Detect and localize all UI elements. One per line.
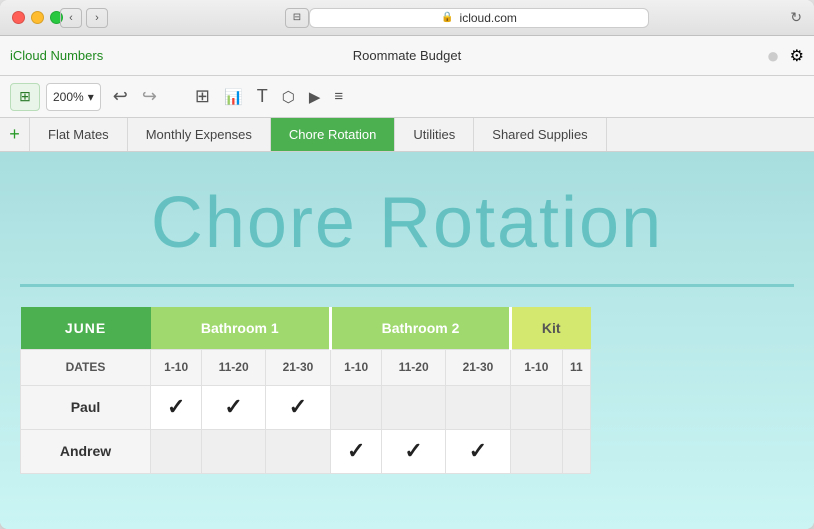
zoom-selector[interactable]: 200% ▾ (46, 83, 101, 111)
bath2-date1: 1-10 (331, 349, 382, 385)
zoom-chevron: ▾ (88, 90, 94, 104)
chore-table: JUNE Bathroom 1 Bathroom 2 Kit DATES 1-1… (20, 307, 591, 474)
sheet-view-button[interactable]: ⊞ (10, 83, 40, 111)
document-title: Roommate Budget (353, 48, 461, 63)
cell-andrew-b2-2[interactable]: ✓ (382, 429, 446, 473)
zoom-value: 200% (53, 90, 84, 104)
cell-andrew-b2-3[interactable]: ✓ (445, 429, 510, 473)
cell-paul-b2-1[interactable] (331, 385, 382, 429)
bath1-date2: 11-20 (202, 349, 266, 385)
table-row: Andrew ✓ ✓ ✓ (21, 429, 591, 473)
cell-andrew-kit-2[interactable] (562, 429, 590, 473)
chore-table-container: JUNE Bathroom 1 Bathroom 2 Kit DATES 1-1… (0, 307, 814, 474)
reload-button[interactable]: ↻ (790, 9, 802, 26)
bath1-date1: 1-10 (151, 349, 202, 385)
add-sheet-button[interactable]: + (0, 118, 30, 151)
cell-andrew-b2-1[interactable]: ✓ (331, 429, 382, 473)
cell-paul-b1-3[interactable]: ✓ (265, 385, 330, 429)
back-button[interactable]: ‹ (60, 8, 82, 28)
lock-icon: 🔒 (441, 12, 453, 23)
person-name: Andrew (21, 429, 151, 473)
kit-header: Kit (511, 307, 591, 349)
table-row: Paul ✓ ✓ ✓ (21, 385, 591, 429)
bath2-date3: 21-30 (445, 349, 510, 385)
tab-utilities[interactable]: Utilities (395, 118, 474, 151)
account-icon: ● (766, 43, 779, 69)
kit-date1: 1-10 (511, 349, 563, 385)
insert-shape-button[interactable]: ⬡ (276, 82, 301, 111)
toolbar-right-icons: ● ⚙ (766, 43, 804, 69)
insert-media-button[interactable]: ▶ (303, 82, 327, 111)
minimize-button[interactable] (31, 11, 44, 24)
tab-shared-supplies[interactable]: Shared Supplies (474, 118, 606, 151)
cell-paul-b2-2[interactable] (382, 385, 446, 429)
address-bar[interactable]: 🔒 icloud.com (309, 8, 649, 28)
cell-andrew-kit-1[interactable] (511, 429, 563, 473)
tab-chore-rotation[interactable]: Chore Rotation (271, 118, 395, 151)
bathroom1-header: Bathroom 1 (151, 307, 331, 349)
close-button[interactable] (12, 11, 25, 24)
bath2-date2: 11-20 (382, 349, 446, 385)
cell-paul-b2-3[interactable] (445, 385, 510, 429)
url-text: icloud.com (460, 11, 517, 25)
insert-icons: ⊞ 📊 T ⬡ ▶ ≡ (189, 82, 349, 111)
person-name: Paul (21, 385, 151, 429)
month-header: JUNE (21, 307, 151, 349)
sheet-content: Chore Rotation JUNE Bathroom 1 Bathroom … (0, 152, 814, 529)
redo-button[interactable]: ↪ (136, 82, 163, 111)
kit-date2: 11 (562, 349, 590, 385)
app-toolbar: iCloud Numbers Roommate Budget ● ⚙ (0, 36, 814, 76)
app-window: ‹ › ⊟ 🔒 icloud.com ↻ iCloud Numbers Room… (0, 0, 814, 529)
insert-table-button[interactable]: ⊞ (189, 82, 216, 111)
dates-label: DATES (21, 349, 151, 385)
cell-andrew-b1-1[interactable] (151, 429, 202, 473)
undo-redo-group: ↩ ↪ (107, 82, 163, 111)
insert-chart-button[interactable]: 📊 (218, 82, 249, 111)
cell-paul-kit-2[interactable] (562, 385, 590, 429)
insert-comment-button[interactable]: ≡ (328, 82, 349, 111)
undo-button[interactable]: ↩ (107, 82, 134, 111)
bathroom2-header: Bathroom 2 (331, 307, 511, 349)
cell-paul-b1-2[interactable]: ✓ (202, 385, 266, 429)
cell-andrew-b1-2[interactable] (202, 429, 266, 473)
tab-flat-mates[interactable]: Flat Mates (30, 118, 128, 151)
sheet-title: Chore Rotation (0, 152, 814, 284)
title-underline (20, 284, 794, 287)
traffic-lights (12, 11, 63, 24)
app-brand: iCloud Numbers (10, 48, 103, 63)
controls-bar: ⊞ 200% ▾ ↩ ↪ ⊞ 📊 T ⬡ ▶ ≡ (0, 76, 814, 118)
cell-paul-b1-1[interactable]: ✓ (151, 385, 202, 429)
sidebar-toggle[interactable]: ⊟ (285, 8, 309, 28)
nav-buttons: ‹ › (60, 8, 108, 28)
title-bar: ‹ › ⊟ 🔒 icloud.com ↻ (0, 0, 814, 36)
table-header-row: JUNE Bathroom 1 Bathroom 2 Kit (21, 307, 591, 349)
tabs-bar: + Flat Mates Monthly Expenses Chore Rota… (0, 118, 814, 152)
forward-button[interactable]: › (86, 8, 108, 28)
cell-andrew-b1-3[interactable] (265, 429, 330, 473)
insert-text-button[interactable]: T (251, 82, 274, 111)
wrench-icon[interactable]: ⚙ (790, 46, 804, 66)
dates-row: DATES 1-10 11-20 21-30 1-10 11-20 21-30 … (21, 349, 591, 385)
bath1-date3: 21-30 (265, 349, 330, 385)
tab-monthly-expenses[interactable]: Monthly Expenses (128, 118, 271, 151)
cell-paul-kit-1[interactable] (511, 385, 563, 429)
